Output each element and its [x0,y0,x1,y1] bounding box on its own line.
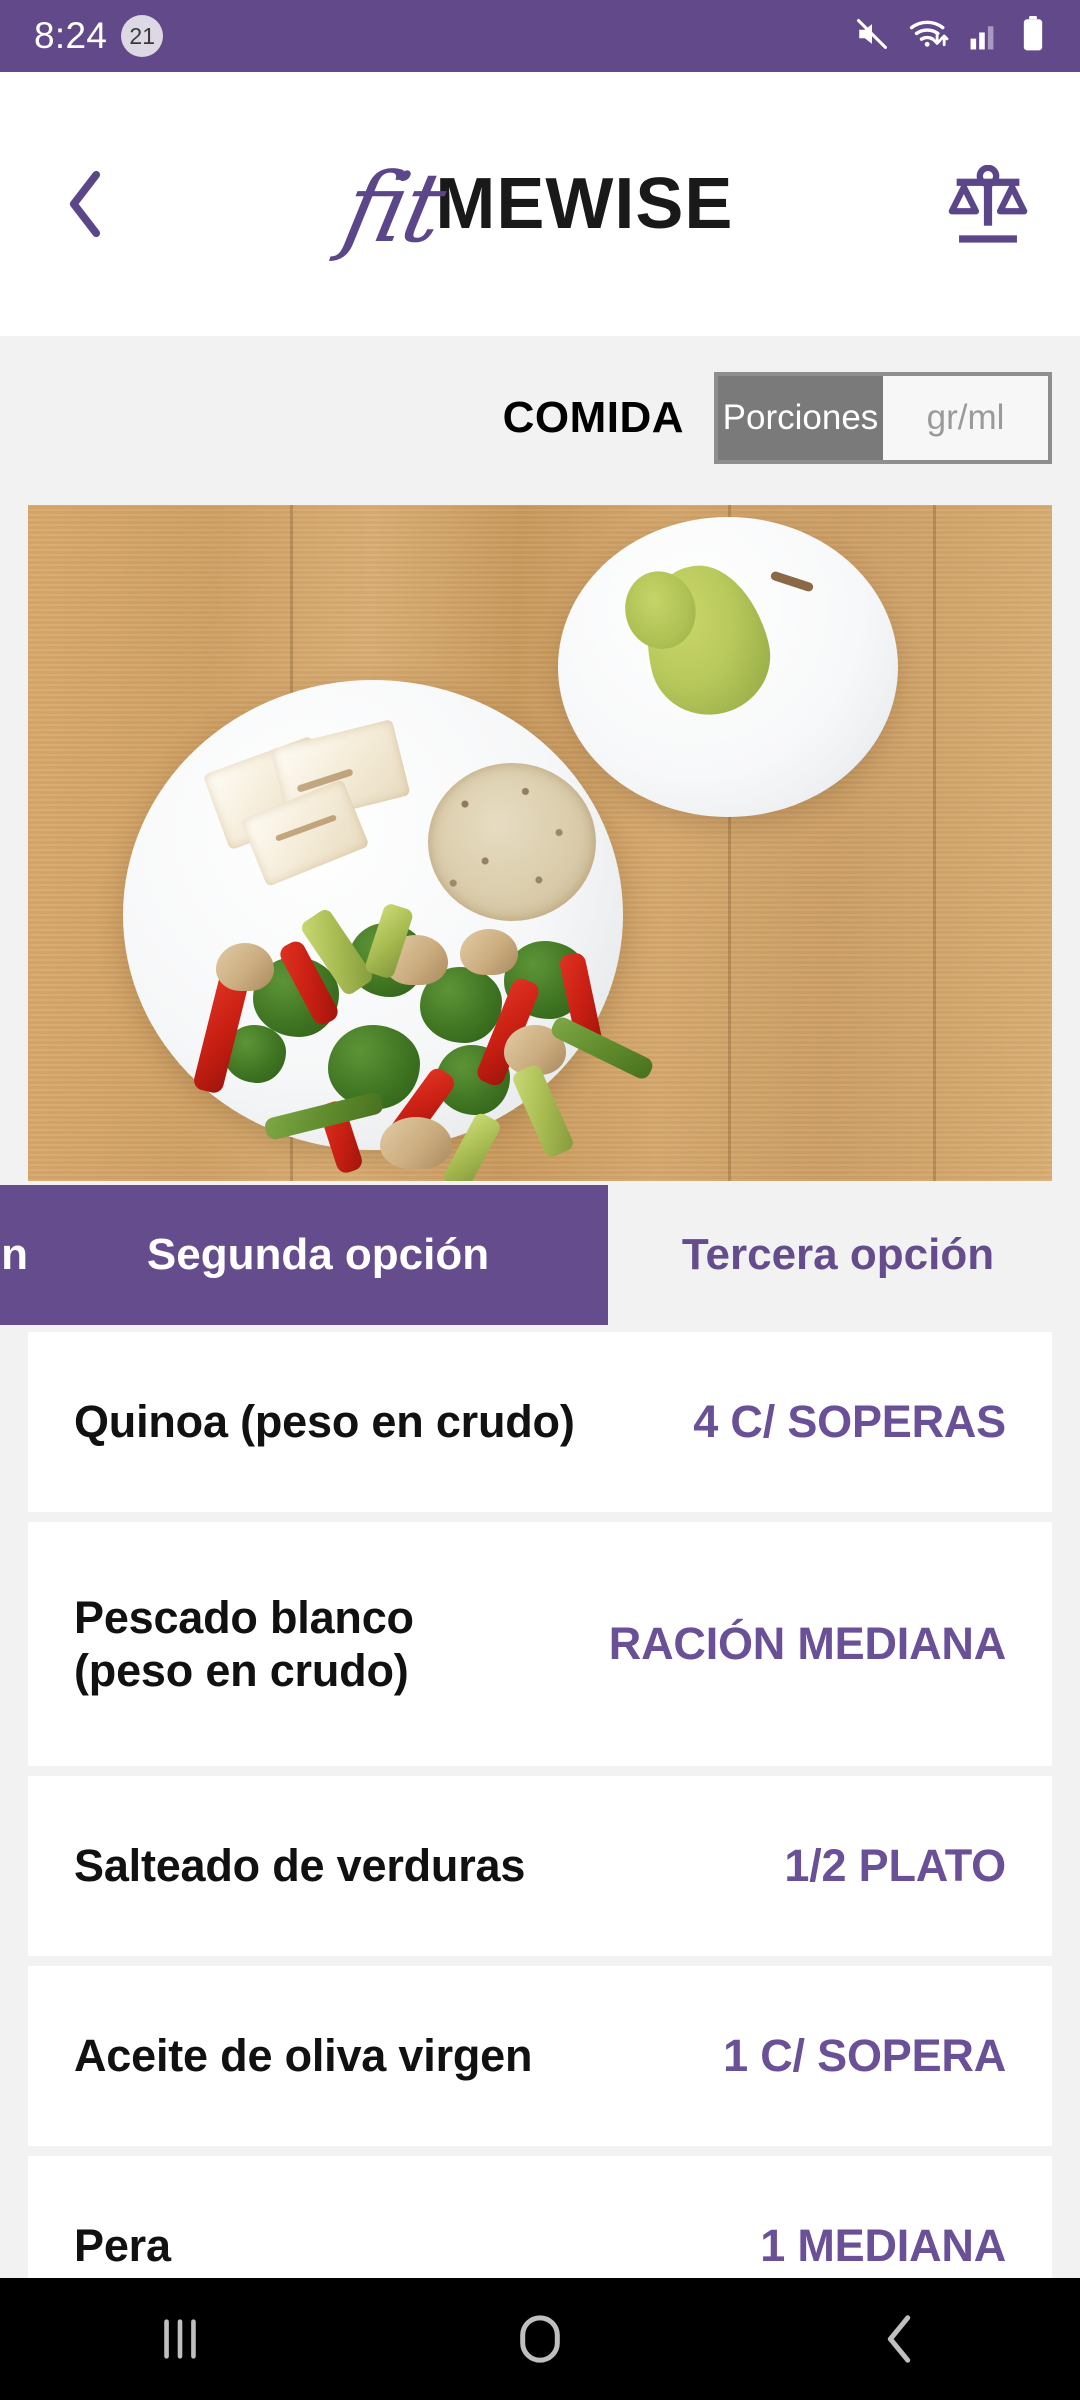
recents-button[interactable] [110,2278,250,2400]
meal-photo [28,505,1052,1181]
unit-toggle[interactable]: Porciones gr/ml [714,372,1052,464]
meal-bar: COMIDA Porciones gr/ml [0,336,1080,500]
back-button[interactable] [44,163,126,245]
food-row[interactable]: Quinoa (peso en crudo) 4 C/ SOPERAS [28,1332,1052,1512]
tab-primera-opcion[interactable]: ón [0,1185,28,1325]
android-navigation-bar [0,2278,1080,2400]
status-bar-left: 8:24 21 [34,15,164,57]
toggle-option-grml[interactable]: gr/ml [883,376,1048,460]
food-quantity: 1 MEDIANA [760,2220,1006,2271]
logo-script-text: fit [333,152,451,264]
chevron-left-icon [69,170,101,238]
home-button[interactable] [470,2278,610,2400]
food-row[interactable]: Pera 1 MEDIANA [28,2156,1052,2278]
food-row[interactable]: Pescado blanco (peso en crudo) RACIÓN ME… [28,1522,1052,1766]
balance-scale-icon [948,165,1028,243]
meal-title: COMIDA [502,393,684,442]
food-row[interactable]: Salteado de verduras 1/2 PLATO [28,1776,1052,1956]
wood-seam [933,505,936,1181]
chevron-left-icon [887,2315,911,2363]
food-name: Salteado de verduras [74,1840,526,1892]
status-clock: 8:24 [34,15,108,56]
food-quantity: 1/2 PLATO [784,1840,1006,1891]
status-bar-right [853,15,1046,57]
food-list: Quinoa (peso en crudo) 4 C/ SOPERAS Pesc… [0,1332,1080,2278]
recents-icon [164,2319,196,2359]
back-nav-button[interactable] [830,2278,970,2400]
food-quantity: 1 C/ SOPERA [723,2030,1006,2081]
option-tabs: ón Segunda opción Tercera opción [0,1185,1080,1325]
mushroom-slice [460,929,518,975]
app-header: fit MEWISE [0,72,1080,336]
quinoa-cake [428,763,596,921]
mute-icon [853,17,891,56]
food-name: Aceite de oliva virgen [74,2030,533,2082]
toggle-option-porciones[interactable]: Porciones [718,376,883,460]
mushroom-slice [216,943,274,991]
tab-tercera-opcion[interactable]: Tercera opción [608,1185,1068,1325]
food-name: Pescado blanco (peso en crudo) [74,1591,414,1696]
status-bar: 8:24 21 [0,0,1080,72]
food-quantity: 4 C/ SOPERAS [693,1396,1006,1447]
signal-icon [969,17,1003,56]
wifi-icon [908,17,952,56]
brand-logo: fit MEWISE [0,148,1080,264]
notification-count-badge: 21 [121,15,164,57]
balance-scale-button[interactable] [940,156,1036,252]
battery-icon [1020,15,1046,57]
home-icon [520,2315,560,2363]
food-name: Quinoa (peso en crudo) [74,1396,575,1448]
food-name: Pera [74,2220,171,2272]
tab-segunda-opcion[interactable]: Segunda opción [28,1185,608,1325]
mushroom-slice [380,1117,452,1169]
food-quantity: RACIÓN MEDIANA [608,1618,1006,1669]
food-row[interactable]: Aceite de oliva virgen 1 C/ SOPERA [28,1966,1052,2146]
logo-bold-text: MEWISE [435,164,734,244]
